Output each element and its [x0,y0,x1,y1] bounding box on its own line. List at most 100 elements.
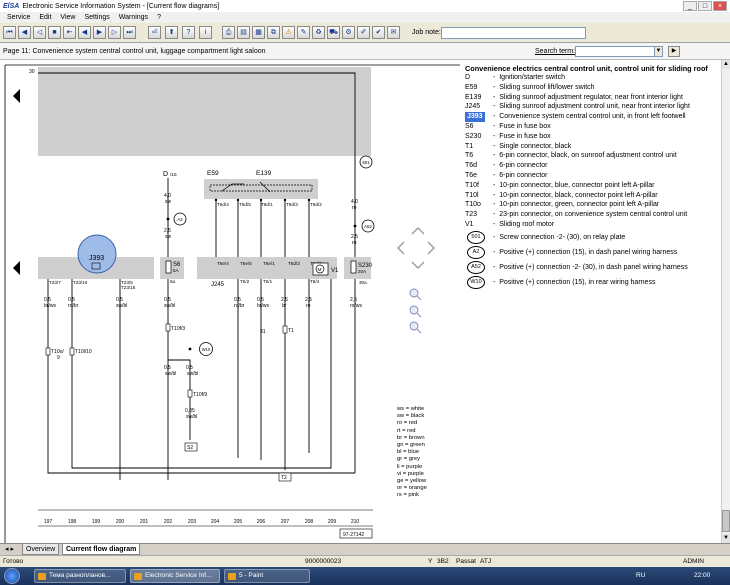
return-icon[interactable]: ⏎ [148,26,161,39]
edit-icon[interactable]: ✐ [357,26,370,39]
pan-left-icon[interactable] [397,241,405,255]
page-prev-arrow-icon[interactable] [13,89,20,103]
print-preview-icon[interactable]: ▤ [237,26,250,39]
legend-code[interactable]: T10o [465,200,481,210]
note-icon[interactable]: ✉ [387,26,400,39]
legend-code[interactable]: E59 [465,83,477,93]
pan-right-icon[interactable] [427,241,435,255]
legend-code[interactable]: T10f [465,181,479,191]
filter-icon[interactable]: ⚙ [342,26,355,39]
legend-code[interactable]: T10l [465,191,479,201]
forward-end-icon[interactable]: ⏭ [123,26,136,39]
menu-warnings[interactable]: Warnings [119,14,148,21]
search-dropdown-icon[interactable]: ▼ [654,46,663,57]
legend-code[interactable]: T1 [465,142,473,152]
checkmark-icon[interactable]: ✔ [372,26,385,39]
job-note-input[interactable] [441,27,586,39]
tab-overview[interactable]: Overview [22,544,60,555]
task-paint[interactable]: 5 - Paint [224,569,310,583]
search-input[interactable] [575,46,663,57]
wrench-icon[interactable]: ✎ [297,26,310,39]
legend-circle-code[interactable]: 501 [467,230,485,244]
prev-icon[interactable]: ◁ [33,26,46,39]
component-d-label: D [163,171,168,178]
zoom-fit-icon-handle [416,328,422,334]
close-button[interactable]: × [713,1,727,11]
pan-up-icon[interactable] [411,227,425,235]
legend-code[interactable]: T6d [465,161,477,171]
vertical-scrollbar[interactable]: ▲ ▼ [721,60,730,543]
minimize-button[interactable]: _ [683,1,697,11]
legend-code[interactable]: T6e [465,171,477,181]
menu-settings[interactable]: Settings [84,14,109,21]
pin-t6e-1: T6e/1 [263,261,275,266]
tab-bar: ◂ ▸ Overview Current flow diagram [0,543,730,555]
tray-clock: 22:00 [694,572,711,579]
page-prev-arrow-icon-2[interactable] [13,261,20,275]
search-go-button[interactable]: ▶ [668,46,680,57]
legend-circle-code[interactable]: A2 [467,245,485,259]
next-icon[interactable]: ▷ [108,26,121,39]
app-logo: ElSA [3,2,20,10]
zoom-out-icon[interactable] [409,288,419,298]
color-key-item: gn = green [397,442,425,449]
legend-code[interactable]: T6 [465,151,473,161]
next-page-icon[interactable]: ▶ [93,26,106,39]
svg-text:T10f/9: T10f/9 [193,392,207,398]
legend-code[interactable]: S230 [465,132,481,142]
bin-icon[interactable]: ♻ [312,26,325,39]
back-icon[interactable]: ◀ [18,26,31,39]
maximize-button[interactable]: □ [698,1,712,11]
legend-code[interactable]: T23 [465,210,477,220]
print-icon[interactable]: ⎙ [222,26,235,39]
legend-code-selected[interactable]: J393 [465,112,485,123]
component-d-term: /15 [170,172,177,178]
legend-desc: - Positive (+) connection -2- (30), in d… [493,263,688,271]
j393-highlight-circle[interactable] [77,234,117,274]
svg-text:201: 201 [140,519,149,525]
warning-icon[interactable]: ⚠ [282,26,295,39]
zoom-fit-icon[interactable] [409,321,419,331]
help-icon[interactable]: ? [182,26,195,39]
zoom-in-icon[interactable] [409,305,419,315]
tab-current-flow-diagram[interactable]: Current flow diagram [62,544,141,555]
menu-edit[interactable]: Edit [39,14,51,21]
back-start-icon[interactable]: ⏮ [3,26,16,39]
prev-page-icon[interactable]: ◀ [78,26,91,39]
legend-circle-code[interactable]: A52 [467,260,485,274]
menu-service[interactable]: Service [7,14,30,21]
up-icon[interactable]: ⬆ [165,26,178,39]
legend-row-circle: W10 - Positive (+) connection (15), in re… [465,275,721,290]
legend-code[interactable]: E139 [465,93,481,103]
component-v1-label: V1 [331,268,339,274]
document-icon[interactable]: ▦ [252,26,265,39]
pin-t6d-1: T6d/1 [261,202,273,207]
menu-view[interactable]: View [60,14,75,21]
svg-text:207: 207 [281,519,290,525]
title-bar: ElSA Electronic Service Information Syst… [0,0,730,12]
pan-down-icon[interactable] [411,261,425,269]
menu-help[interactable]: ? [157,14,161,21]
scroll-thumb[interactable] [722,510,730,532]
tab-scroll-arrows[interactable]: ◂ ▸ [2,544,17,555]
legend-code[interactable]: D [465,73,470,83]
pin-t6e-5: T6e/5 [240,261,252,266]
legend-circle-code[interactable]: W10 [467,275,485,289]
legend-row-circle: A52 - Positive (+) connection -2- (30), i… [465,260,721,275]
tray-language[interactable]: RU [636,572,645,579]
scroll-down-icon[interactable]: ▼ [722,534,730,543]
svg-text:ro: ro [306,303,311,309]
task-forum[interactable]: Тема разнопланов... [34,569,126,583]
legend-code[interactable]: J245 [465,102,480,112]
task-elsa[interactable]: Electronic Service Inf... [130,569,220,583]
legend-code[interactable]: V1 [465,220,474,230]
car-icon[interactable]: ⛟ [327,26,340,39]
first-page-icon[interactable]: ⇤ [63,26,76,39]
scroll-up-icon[interactable]: ▲ [722,60,730,69]
copy-icon[interactable]: ⧉ [267,26,280,39]
info-icon[interactable]: i [199,26,212,39]
connection-a2-label: A2 [177,217,183,222]
start-button-icon[interactable] [4,568,20,584]
stop-icon[interactable]: ■ [48,26,61,39]
legend-code[interactable]: S6 [465,122,474,132]
